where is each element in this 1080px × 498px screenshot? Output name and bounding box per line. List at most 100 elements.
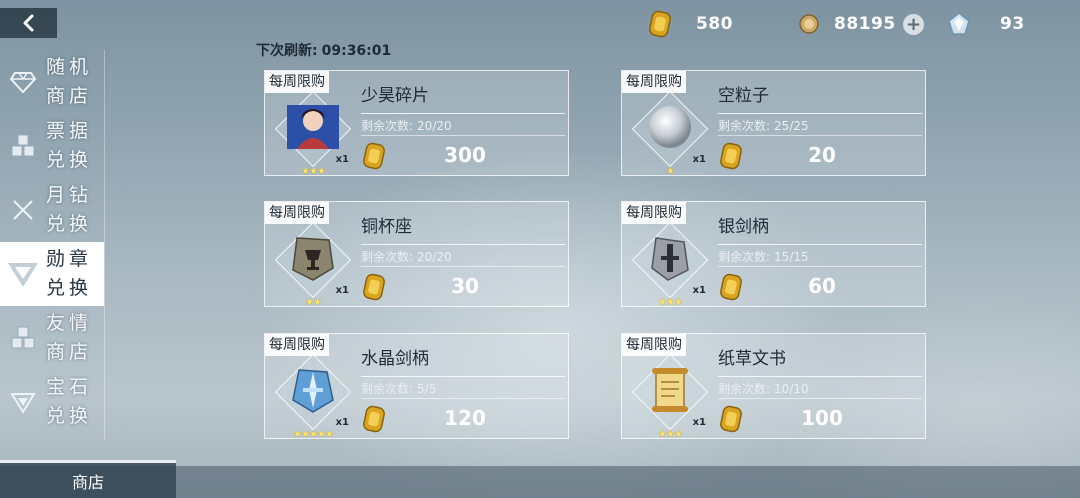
- silver-hilt-icon: [651, 237, 689, 281]
- gold-token-icon: [363, 405, 385, 433]
- refresh-timer: 下次刷新: 09:36:01: [256, 40, 391, 60]
- divider: [718, 135, 922, 136]
- item-quantity: x1: [335, 154, 349, 165]
- sidebar-item-random-shop[interactable]: 随机 商店: [0, 50, 104, 114]
- item-name: 纸草文书: [718, 349, 786, 369]
- cubes-icon: [0, 306, 46, 370]
- shop-item-card[interactable]: 每周限购 x1 ★★★★★ 水晶剑柄 剩余次数: 5/5 120: [264, 333, 569, 440]
- sidebar-item-ticket-exchange[interactable]: 票据 兑换: [0, 114, 104, 178]
- shop-item-card[interactable]: 每周限购 x1 ★★★ 银剑柄 剩余次数: 15/15 60: [621, 201, 926, 308]
- divider: [361, 398, 565, 399]
- coin-amount: 88195: [834, 14, 896, 34]
- sidebar-item-monthly-diamond-exchange[interactable]: 月钻 兑换: [0, 178, 104, 242]
- remaining-label: 剩余次数:: [361, 382, 414, 396]
- papyrus-scroll-icon: [652, 368, 688, 412]
- divider: [718, 266, 922, 267]
- sidebar-item-label: 票据: [46, 120, 93, 142]
- bronze-cup-icon: [292, 237, 334, 281]
- remaining-label: 剩余次数:: [361, 119, 414, 133]
- divider: [718, 398, 922, 399]
- tab-shop-label: 商店: [71, 472, 104, 492]
- sidebar-item-label: 随机: [46, 56, 93, 78]
- remaining-value: 15/15: [774, 250, 809, 264]
- item-frame: x1: [631, 90, 709, 168]
- weekly-limit-tag: 每周限购: [265, 202, 329, 224]
- gem-currency: 93: [946, 10, 1025, 38]
- item-frame: x1: [631, 221, 709, 299]
- shop-item-card[interactable]: 每周限购 x1 ★★★ 纸草文书 剩余次数: 10/10 100: [621, 333, 926, 440]
- remaining-count: 剩余次数: 15/15: [718, 248, 809, 265]
- back-button[interactable]: [0, 8, 57, 38]
- sidebar-item-label: 商店: [46, 341, 93, 363]
- shop-item-card[interactable]: 每周限购 x1 ★★ 铜杯座 剩余次数: 20/20 30: [264, 201, 569, 308]
- item-frame: x1: [274, 353, 352, 431]
- sidebar-divider: [104, 50, 105, 440]
- remaining-count: 剩余次数: 25/25: [718, 117, 809, 134]
- rarity-stars: ★★★: [658, 297, 683, 308]
- divider: [361, 113, 565, 114]
- silver-orb-icon: [649, 106, 691, 148]
- sidebar-item-label: 兑换: [46, 213, 93, 235]
- plus-icon: +: [905, 13, 922, 35]
- sidebar-item-label: 友情: [46, 312, 93, 334]
- sidebar-item-label: 勋章: [46, 248, 93, 270]
- item-price: 120: [444, 406, 486, 430]
- shop-category-sidebar: 随机 商店 票据 兑换 月钻 兑换 勋章 兑换 友情 商店 宝石 兑换: [0, 50, 104, 434]
- item-price: 60: [808, 274, 836, 298]
- sidebar-item-friendship-shop[interactable]: 友情 商店: [0, 306, 104, 370]
- crystal-gem-icon: [948, 12, 970, 35]
- weekly-limit-tag: 每周限购: [622, 334, 686, 356]
- rarity-stars: ★★★: [301, 166, 326, 177]
- item-frame: x1: [274, 221, 352, 299]
- sidebar-item-label: 兑换: [46, 149, 93, 171]
- remaining-count: 剩余次数: 20/20: [361, 248, 452, 265]
- remaining-label: 剩余次数:: [718, 250, 771, 264]
- add-coin-button[interactable]: +: [903, 14, 924, 35]
- item-price: 300: [444, 143, 486, 167]
- item-frame: x1: [631, 353, 709, 431]
- chevron-left-icon: [23, 14, 33, 32]
- weekly-limit-tag: 每周限购: [265, 334, 329, 356]
- medal-emblem-icon: [0, 242, 46, 306]
- shop-item-card[interactable]: 每周限购 x1 ★★★ 少昊碎片 剩余次数: 20/20 300: [264, 70, 569, 177]
- gold-token-icon: [720, 405, 742, 433]
- gold-token-icon: [720, 142, 742, 170]
- remaining-value: 20/20: [417, 250, 452, 264]
- rarity-stars: ★★★★★: [293, 429, 334, 440]
- refresh-label: 下次刷新:: [256, 43, 318, 59]
- tab-shop[interactable]: 商店: [0, 460, 176, 498]
- rarity-stars: ★★: [305, 297, 322, 308]
- gold-token-icon: [649, 10, 671, 38]
- sidebar-item-gem-exchange[interactable]: 宝石 兑换: [0, 370, 104, 434]
- remaining-value: 10/10: [774, 382, 809, 396]
- remaining-count: 剩余次数: 10/10: [718, 380, 809, 397]
- item-price: 100: [801, 406, 843, 430]
- sidebar-item-medal-exchange[interactable]: 勋章 兑换: [0, 242, 104, 306]
- sidebar-item-label: 兑换: [46, 277, 93, 299]
- remaining-label: 剩余次数:: [718, 382, 771, 396]
- remaining-count: 剩余次数: 5/5: [361, 380, 436, 397]
- item-quantity: x1: [335, 285, 349, 296]
- item-name: 水晶剑柄: [361, 349, 429, 369]
- gold-token-icon: [720, 273, 742, 301]
- item-name: 空粒子: [718, 86, 769, 106]
- remaining-value: 25/25: [774, 119, 809, 133]
- item-quantity: x1: [335, 417, 349, 428]
- remaining-value: 5/5: [417, 382, 437, 396]
- divider: [361, 244, 565, 245]
- item-quantity: x1: [692, 154, 706, 165]
- coin-currency: 88195: [798, 10, 896, 38]
- weekly-limit-tag: 每周限购: [265, 71, 329, 93]
- sidebar-item-label: 月钻: [46, 184, 93, 206]
- item-frame: x1: [274, 90, 352, 168]
- divider: [718, 244, 922, 245]
- coin-icon: [799, 14, 819, 34]
- gold-token-icon: [363, 142, 385, 170]
- item-price: 30: [451, 274, 479, 298]
- item-price: 20: [808, 143, 836, 167]
- item-name: 铜杯座: [361, 217, 412, 237]
- crystal-hilt-icon: [292, 369, 334, 413]
- refresh-time: 09:36:01: [321, 43, 392, 59]
- gold-amount: 580: [696, 14, 733, 34]
- shop-item-card[interactable]: 每周限购 x1 ★ 空粒子 剩余次数: 25/25 20: [621, 70, 926, 177]
